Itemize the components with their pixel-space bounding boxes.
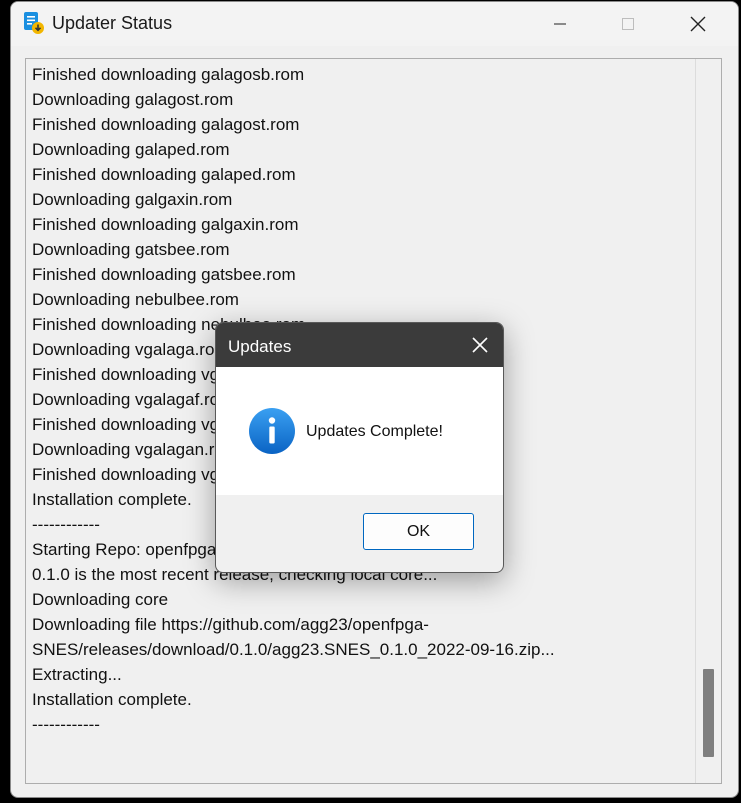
log-line: Downloading core bbox=[32, 590, 169, 609]
close-icon bbox=[690, 16, 706, 32]
dialog-body: Updates Complete! bbox=[216, 367, 503, 495]
ok-button[interactable]: OK bbox=[363, 513, 474, 550]
scrollbar-thumb[interactable] bbox=[703, 669, 714, 757]
title-bar[interactable]: Updater Status bbox=[11, 2, 738, 46]
log-line: Downloading nebulbee.rom bbox=[32, 290, 239, 309]
log-line: Downloading galaped.rom bbox=[32, 140, 230, 159]
log-line: Downloading gatsbee.rom bbox=[32, 240, 230, 259]
log-line: SNES/releases/download/0.1.0/agg23.SNES_… bbox=[32, 640, 555, 659]
log-line: Extracting... bbox=[32, 665, 122, 684]
app-icon bbox=[24, 12, 44, 34]
log-line: Installation complete. bbox=[32, 690, 192, 709]
dialog-title-bar[interactable]: Updates bbox=[216, 323, 503, 367]
minimize-icon bbox=[554, 23, 566, 25]
log-line: Finished downloading galagost.rom bbox=[32, 115, 300, 134]
maximize-icon bbox=[622, 18, 634, 30]
window-title: Updater Status bbox=[52, 13, 173, 33]
minimize-button[interactable] bbox=[537, 2, 583, 46]
log-line: Finished downloading gatsbee.rom bbox=[32, 265, 296, 284]
info-icon bbox=[249, 408, 295, 454]
close-icon bbox=[472, 337, 488, 353]
vertical-scrollbar[interactable] bbox=[695, 59, 721, 783]
log-line: Downloading file https://github.com/agg2… bbox=[32, 615, 429, 634]
log-line: Finished downloading galagosb.rom bbox=[32, 65, 305, 84]
maximize-button[interactable] bbox=[605, 2, 651, 46]
log-line: Finished downloading galaped.rom bbox=[32, 165, 296, 184]
close-button[interactable] bbox=[675, 2, 721, 46]
log-line: ------------ bbox=[32, 715, 100, 734]
dialog-close-button[interactable] bbox=[463, 329, 497, 361]
log-line: Downloading galgaxin.rom bbox=[32, 190, 233, 209]
dialog-title: Updates bbox=[228, 337, 292, 356]
log-line: Finished downloading galgaxin.rom bbox=[32, 215, 299, 234]
dialog-message: Updates Complete! bbox=[306, 423, 443, 440]
updates-dialog: Updates Updates Complete! OK bbox=[215, 322, 504, 573]
log-line: Downloading galagost.rom bbox=[32, 90, 234, 109]
